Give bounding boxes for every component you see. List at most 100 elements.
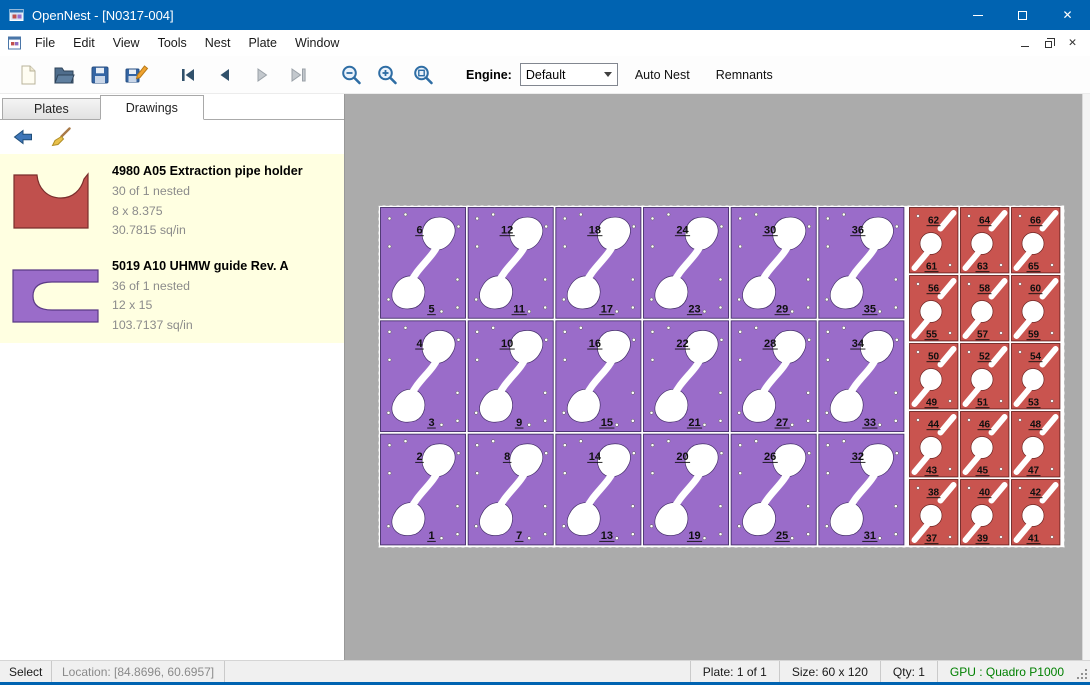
svg-text:38: 38 (928, 488, 940, 499)
caption-buttons: ✕ (955, 0, 1090, 30)
svg-text:37: 37 (926, 534, 938, 545)
tab-plates[interactable]: Plates (2, 98, 101, 119)
svg-text:5: 5 (428, 304, 434, 316)
mdi-close-button[interactable]: ✕ (1063, 35, 1082, 52)
menu-item-window[interactable]: Window (286, 31, 348, 55)
last-plate-icon (285, 63, 311, 87)
mdi-minimize-button[interactable] (1015, 35, 1034, 52)
sidebar-tabstrip: Plates Drawings (0, 94, 344, 120)
zoom-out-button[interactable] (334, 59, 370, 91)
drawing-dimensions: 8 x 8.375 (112, 202, 338, 222)
next-plate-button[interactable] (244, 59, 280, 91)
svg-text:1: 1 (428, 530, 434, 542)
status-mode: Select (0, 661, 52, 682)
svg-text:48: 48 (1030, 420, 1042, 431)
zoom-out-icon (339, 63, 365, 87)
svg-text:10: 10 (501, 338, 513, 350)
svg-text:2: 2 (416, 451, 422, 463)
menu-item-plate[interactable]: Plate (239, 31, 286, 55)
zoom-in-button[interactable] (370, 59, 406, 91)
back-arrow-button[interactable] (8, 123, 38, 151)
mdi-restore-button[interactable] (1039, 35, 1058, 52)
svg-text:11: 11 (513, 304, 525, 316)
svg-text:4: 4 (416, 338, 423, 350)
vertical-scrollbar[interactable] (1082, 94, 1090, 660)
svg-text:3: 3 (428, 417, 434, 429)
close-button[interactable]: ✕ (1045, 0, 1090, 30)
mdi-window-controls: ✕ (1015, 35, 1090, 52)
svg-text:23: 23 (688, 304, 700, 316)
menu-item-nest[interactable]: Nest (196, 31, 240, 55)
save-icon (88, 63, 112, 87)
svg-text:28: 28 (764, 338, 776, 350)
svg-text:62: 62 (928, 216, 940, 227)
clear-button[interactable] (46, 123, 76, 151)
svg-text:25: 25 (776, 530, 788, 542)
open-file-button[interactable] (46, 59, 82, 91)
menu-item-view[interactable]: View (104, 31, 149, 55)
first-plate-button[interactable] (172, 59, 208, 91)
svg-text:53: 53 (1028, 398, 1040, 409)
drawings-toolbar (0, 120, 344, 154)
auto-nest-button[interactable]: Auto Nest (626, 62, 699, 88)
resize-grip-icon[interactable] (1076, 661, 1090, 682)
previous-plate-icon (213, 63, 239, 87)
remnants-button[interactable]: Remnants (707, 62, 782, 88)
part-thumbnail-red (10, 162, 104, 241)
menu-item-tools[interactable]: Tools (149, 31, 196, 55)
mdi-close-icon: ✕ (1068, 37, 1077, 49)
svg-text:39: 39 (977, 534, 989, 545)
svg-text:30: 30 (764, 225, 776, 237)
svg-text:45: 45 (977, 466, 989, 477)
svg-text:35: 35 (864, 304, 876, 316)
svg-text:27: 27 (776, 417, 788, 429)
svg-text:15: 15 (601, 417, 613, 429)
drawing-item-extraction-pipe-holder[interactable]: 4980 A05 Extraction pipe holder 30 of 1 … (0, 154, 344, 249)
zoom-fit-button[interactable] (406, 59, 442, 91)
drawing-item-text: 4980 A05 Extraction pipe holder 30 of 1 … (104, 162, 338, 241)
svg-text:7: 7 (516, 530, 522, 542)
svg-text:20: 20 (676, 451, 688, 463)
menu-item-edit[interactable]: Edit (64, 31, 104, 55)
drawing-title: 4980 A05 Extraction pipe holder (112, 164, 338, 178)
svg-text:64: 64 (979, 216, 991, 227)
save-button[interactable] (82, 59, 118, 91)
svg-text:54: 54 (1030, 352, 1042, 363)
minimize-button[interactable] (955, 0, 1000, 30)
last-plate-button[interactable] (280, 59, 316, 91)
svg-text:40: 40 (979, 488, 991, 499)
save-as-button[interactable] (118, 59, 154, 91)
status-plate: Plate: 1 of 1 (690, 661, 779, 682)
maximize-button[interactable] (1000, 0, 1045, 30)
engine-value: Default (526, 68, 566, 82)
close-icon: ✕ (1062, 8, 1072, 22)
next-plate-icon (249, 63, 275, 87)
mdi-restore-icon (1045, 41, 1052, 48)
nest-canvas[interactable]: 6512111817242330293635431091615222128273… (345, 94, 1090, 660)
svg-text:61: 61 (926, 262, 938, 273)
svg-text:17: 17 (601, 304, 613, 316)
svg-text:34: 34 (852, 338, 865, 350)
menu-item-file[interactable]: File (26, 31, 64, 55)
nest-plate[interactable]: 6512111817242330293635431091615222128273… (378, 205, 1065, 548)
drawing-item-uhmw-guide[interactable]: 5019 A10 UHMW guide Rev. A 36 of 1 neste… (0, 249, 344, 344)
new-document-button[interactable] (10, 59, 46, 91)
drawing-dimensions: 12 x 15 (112, 296, 338, 316)
engine-label: Engine: (466, 68, 512, 82)
tab-drawings[interactable]: Drawings (100, 95, 204, 120)
svg-text:19: 19 (688, 530, 700, 542)
minimize-icon (973, 15, 983, 16)
part-thumbnail-purple (10, 257, 104, 336)
svg-text:55: 55 (926, 330, 938, 341)
drawing-nested-count: 30 of 1 nested (112, 182, 338, 202)
svg-text:14: 14 (589, 451, 602, 463)
engine-combobox[interactable]: Default (520, 63, 618, 86)
svg-text:29: 29 (776, 304, 788, 316)
status-gpu: GPU : Quadro P1000 (937, 661, 1076, 682)
previous-plate-button[interactable] (208, 59, 244, 91)
status-location: Location: [84.8696, 60.6957] (52, 661, 225, 682)
drawing-item-text: 5019 A10 UHMW guide Rev. A 36 of 1 neste… (104, 257, 338, 336)
svg-text:57: 57 (977, 330, 989, 341)
svg-text:13: 13 (601, 530, 613, 542)
svg-text:52: 52 (979, 352, 991, 363)
